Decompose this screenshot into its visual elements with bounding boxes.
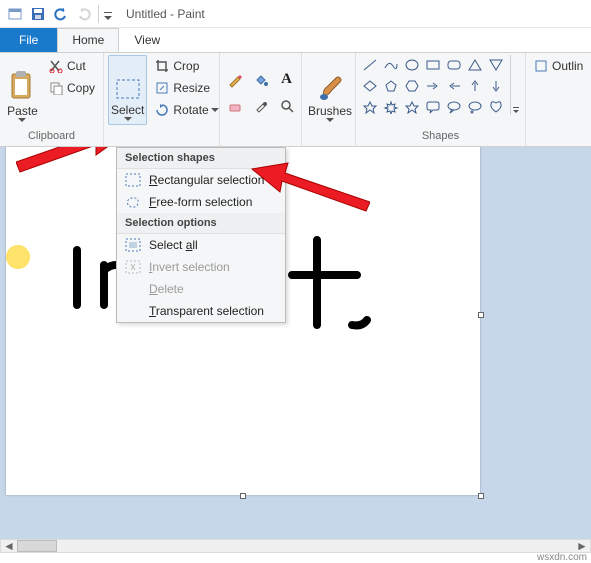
window-title: Untitled - Paint bbox=[126, 7, 205, 21]
brushes-button[interactable]: Brushes bbox=[306, 55, 354, 125]
watermark: wsxdn.com bbox=[537, 552, 587, 563]
eraser-tool[interactable] bbox=[223, 94, 247, 118]
workarea: Selection shapes Rectangular selection F… bbox=[0, 147, 591, 539]
paste-button[interactable]: Paste bbox=[4, 55, 41, 125]
group-outline: Outlin bbox=[526, 53, 576, 146]
annotation-arrow-left bbox=[16, 147, 126, 187]
scroll-right-icon[interactable]: ► bbox=[574, 540, 590, 552]
system-menu-icon[interactable] bbox=[4, 3, 26, 25]
clipboard-icon bbox=[8, 70, 36, 102]
select-rect-icon bbox=[114, 77, 142, 101]
redo-icon bbox=[73, 3, 95, 25]
delete-selection-item: Delete bbox=[117, 278, 285, 300]
transparent-selection-item[interactable]: Transparent selection bbox=[117, 300, 285, 322]
group-shapes-label: Shapes bbox=[360, 130, 521, 144]
resize-handle-corner[interactable] bbox=[478, 493, 484, 499]
tab-file[interactable]: File bbox=[0, 28, 57, 52]
tab-home[interactable]: Home bbox=[57, 28, 119, 52]
scroll-thumb[interactable] bbox=[17, 540, 57, 552]
horizontal-scrollbar[interactable]: ◄ ► bbox=[0, 539, 591, 553]
scissors-icon bbox=[49, 59, 63, 73]
scroll-left-icon[interactable]: ◄ bbox=[1, 540, 17, 552]
titlebar: Untitled - Paint bbox=[0, 0, 591, 28]
group-tools: A bbox=[220, 53, 302, 146]
select-button[interactable]: Select bbox=[108, 55, 147, 125]
copy-button[interactable]: Copy bbox=[45, 77, 99, 99]
resize-icon bbox=[155, 81, 169, 95]
qa-customize-icon[interactable] bbox=[101, 3, 115, 25]
rotate-button[interactable]: Rotate bbox=[151, 99, 226, 121]
annotation-arrow-right bbox=[250, 157, 370, 217]
outline-button[interactable]: Outlin bbox=[530, 55, 587, 77]
brush-icon bbox=[316, 72, 344, 102]
crop-icon bbox=[155, 59, 169, 73]
ribbon-tabs: File Home View bbox=[0, 28, 591, 52]
text-tool[interactable]: A bbox=[275, 68, 299, 92]
select-all-item[interactable]: Select all bbox=[117, 234, 285, 256]
outline-icon bbox=[534, 59, 548, 73]
group-image: Select Crop Resize Rotate bbox=[104, 53, 220, 146]
resize-handle-right[interactable] bbox=[478, 312, 484, 318]
qa-separator bbox=[98, 5, 99, 23]
picker-tool[interactable] bbox=[249, 94, 273, 118]
copy-icon bbox=[49, 81, 63, 95]
rotate-icon bbox=[155, 103, 169, 117]
save-icon[interactable] bbox=[27, 3, 49, 25]
crop-button[interactable]: Crop bbox=[151, 55, 226, 77]
pencil-tool[interactable] bbox=[223, 68, 247, 92]
shape-gallery[interactable] bbox=[360, 55, 506, 117]
invert-selection-item: Invert selection bbox=[117, 256, 285, 278]
group-clipboard: Paste Cut Copy Clipboard bbox=[0, 53, 104, 146]
scroll-track[interactable] bbox=[17, 540, 574, 552]
shapes-more-icon[interactable] bbox=[511, 103, 521, 115]
group-brushes: Brushes bbox=[302, 53, 356, 146]
undo-icon[interactable] bbox=[50, 3, 72, 25]
ribbon: Paste Cut Copy Clipboard Select bbox=[0, 52, 591, 147]
resize-button[interactable]: Resize bbox=[151, 77, 226, 99]
group-shapes: Shapes bbox=[356, 53, 526, 146]
group-clipboard-label: Clipboard bbox=[4, 130, 99, 144]
cut-button[interactable]: Cut bbox=[45, 55, 99, 77]
zoom-tool[interactable] bbox=[275, 94, 299, 118]
resize-handle-bottom[interactable] bbox=[240, 493, 246, 499]
tab-view[interactable]: View bbox=[119, 28, 175, 52]
sun-drawing bbox=[6, 245, 30, 269]
fill-tool[interactable] bbox=[249, 68, 273, 92]
